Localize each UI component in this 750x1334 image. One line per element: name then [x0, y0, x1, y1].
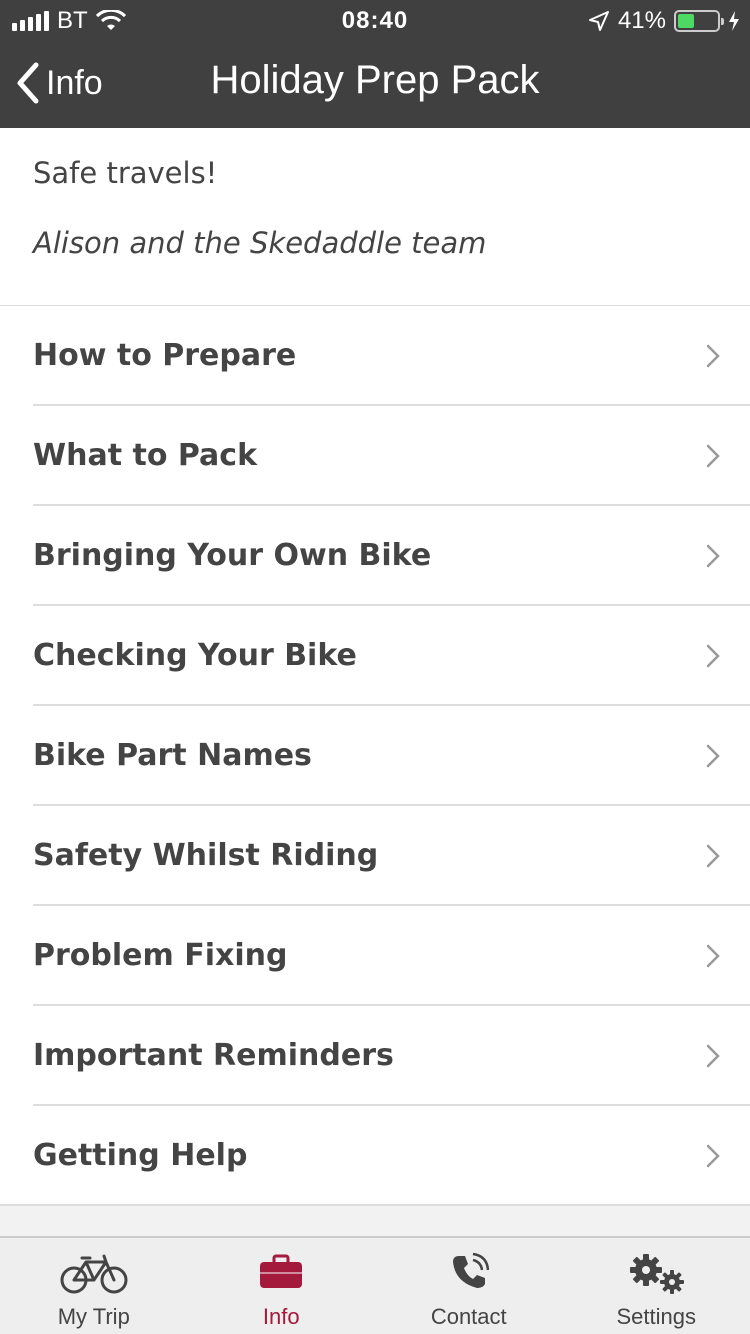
bicycle-icon	[60, 1254, 128, 1294]
menu-item-label: Bike Part Names	[33, 738, 312, 773]
menu-item-label: How to Prepare	[33, 338, 297, 373]
menu-item-label: Safety Whilst Riding	[33, 838, 379, 873]
charging-bolt-icon	[729, 11, 739, 31]
tab-icon-wrapper	[0, 1252, 188, 1296]
menu-item-problem-fixing[interactable]: Problem Fixing	[0, 906, 750, 1006]
tab-settings[interactable]: Settings	[563, 1238, 750, 1334]
intro-section: Safe travels! Alison and the Skedaddle t…	[0, 128, 750, 306]
chevron-right-icon	[706, 344, 720, 368]
chevron-right-icon	[706, 644, 720, 668]
menu-item-bringing-your-own-bike[interactable]: Bringing Your Own Bike	[0, 506, 750, 606]
menu-item-label: Problem Fixing	[33, 938, 288, 973]
gears-icon	[630, 1254, 685, 1294]
tab-my-trip[interactable]: My Trip	[0, 1238, 188, 1334]
menu-item-safety-whilst-riding[interactable]: Safety Whilst Riding	[0, 806, 750, 906]
phone-icon	[452, 1252, 489, 1288]
tab-info[interactable]: Info	[188, 1238, 376, 1334]
menu-item-label: Important Reminders	[33, 1038, 394, 1073]
menu-item-checking-your-bike[interactable]: Checking Your Bike	[0, 606, 750, 706]
tab-icon-wrapper	[563, 1252, 750, 1296]
tab-label: My Trip	[57, 1304, 130, 1329]
tab-label: Info	[262, 1304, 300, 1329]
status-right: 41%	[588, 7, 740, 35]
chevron-right-icon	[706, 544, 720, 568]
intro-greeting: Safe travels!	[33, 156, 218, 190]
chevron-right-icon	[706, 444, 720, 468]
chevron-right-icon	[706, 1044, 720, 1068]
battery-percent: 41%	[617, 7, 666, 34]
tab-icon-wrapper	[188, 1252, 376, 1292]
menu-item-important-reminders[interactable]: Important Reminders	[0, 1006, 750, 1106]
prep-pack-menu: How to Prepare What to Pack Bringing You…	[0, 306, 750, 1206]
tab-label: Settings	[616, 1304, 697, 1329]
chevron-right-icon	[706, 844, 720, 868]
menu-item-what-to-pack[interactable]: What to Pack	[0, 406, 750, 506]
menu-item-label: Checking Your Bike	[33, 638, 357, 673]
tab-label: Contact	[430, 1304, 507, 1329]
menu-item-label: What to Pack	[33, 438, 258, 473]
tab-contact[interactable]: Contact	[375, 1238, 563, 1334]
briefcase-icon	[260, 1254, 303, 1288]
page-title: Holiday Prep Pack	[210, 58, 540, 102]
menu-item-bike-part-names[interactable]: Bike Part Names	[0, 706, 750, 806]
chevron-right-icon	[706, 944, 720, 968]
battery-icon	[674, 10, 724, 32]
chevron-right-icon	[706, 1144, 720, 1168]
tab-icon-wrapper	[375, 1252, 563, 1292]
status-bar: BT 08:40 41%	[0, 0, 750, 40]
menu-item-how-to-prepare[interactable]: How to Prepare	[0, 306, 750, 406]
intro-signature: Alison and the Skedaddle team	[33, 226, 487, 260]
location-arrow-icon	[588, 11, 609, 31]
menu-item-label: Bringing Your Own Bike	[33, 538, 432, 573]
battery-fill	[678, 14, 694, 28]
navigation-bar: Info Holiday Prep Pack	[0, 40, 750, 128]
menu-item-getting-help[interactable]: Getting Help	[0, 1106, 750, 1206]
list-footer-gap	[0, 1206, 750, 1236]
chevron-right-icon	[706, 744, 720, 768]
tab-bar: My Trip Info Contact Settings	[0, 1236, 750, 1334]
menu-item-label: Getting Help	[33, 1138, 248, 1173]
